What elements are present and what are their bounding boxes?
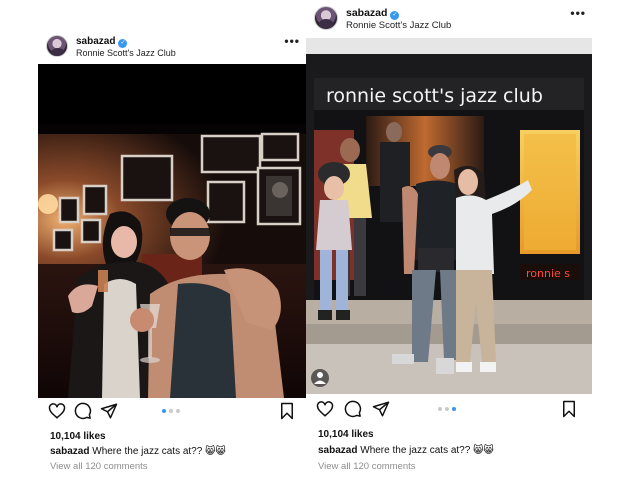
location-link[interactable]: Ronnie Scott's Jazz Club: [346, 20, 451, 31]
bookmark-icon[interactable]: [278, 402, 296, 420]
window-sign-text: ronnie s: [526, 267, 570, 280]
comment-icon[interactable]: [344, 400, 362, 418]
username-text[interactable]: sabazad: [346, 7, 387, 19]
more-options-icon[interactable]: •••: [570, 7, 586, 19]
avatar[interactable]: [314, 6, 338, 30]
post-photo[interactable]: ronnie scott's jazz club ronnie s: [306, 38, 592, 394]
comparison-screenshot: sabazad ✓ Ronnie Scott's Jazz Club ••• 1…: [0, 0, 636, 480]
username-text[interactable]: sabazad: [76, 36, 115, 47]
heart-icon[interactable]: [48, 402, 66, 420]
bookmark-icon[interactable]: [560, 400, 578, 418]
username[interactable]: sabazad ✓: [346, 7, 400, 20]
caption-text: Where the jazz cats at?? 😸😸: [360, 445, 494, 456]
caption: sabazad Where the jazz cats at?? 😸😸: [318, 445, 494, 456]
post-photo-image: [38, 64, 306, 398]
share-icon[interactable]: [100, 402, 118, 420]
awning-sign-text: ronnie scott's jazz club: [326, 85, 543, 107]
comment-icon[interactable]: [74, 402, 92, 420]
caption-username[interactable]: sabazad: [318, 445, 357, 456]
carousel-dot: [452, 407, 456, 411]
verified-badge-icon: ✓: [390, 11, 400, 20]
share-icon[interactable]: [372, 400, 390, 418]
post-header: sabazad ✓ Ronnie Scott's Jazz Club •••: [38, 30, 306, 64]
caption-text: Where the jazz cats at?? 😸😸: [92, 446, 226, 457]
view-comments-link[interactable]: View all 120 comments: [318, 461, 416, 472]
post-photo-image: ronnie scott's jazz club ronnie s: [306, 38, 592, 394]
caption-username[interactable]: sabazad: [50, 446, 89, 457]
more-options-icon[interactable]: •••: [284, 35, 300, 47]
carousel-dot: [438, 407, 442, 411]
instagram-post-2: sabazad ✓ Ronnie Scott's Jazz Club ••• r…: [306, 2, 592, 476]
likes-count[interactable]: 10,104 likes: [318, 429, 374, 440]
post-actions: [38, 402, 306, 424]
carousel-indicator: [438, 407, 456, 411]
post-header: sabazad ✓ Ronnie Scott's Jazz Club •••: [306, 2, 592, 38]
carousel-dot: [176, 409, 180, 413]
carousel-dot: [162, 409, 166, 413]
likes-count[interactable]: 10,104 likes: [50, 431, 106, 442]
location-link[interactable]: Ronnie Scott's Jazz Club: [76, 48, 176, 58]
avatar[interactable]: [46, 35, 68, 57]
carousel-indicator: [162, 409, 180, 413]
post-photo[interactable]: [38, 64, 306, 398]
instagram-post-1: sabazad ✓ Ronnie Scott's Jazz Club ••• 1…: [38, 30, 306, 476]
verified-badge-icon: ✓: [118, 39, 128, 48]
view-comments-link[interactable]: View all 120 comments: [50, 461, 148, 472]
username[interactable]: sabazad ✓: [76, 36, 128, 48]
carousel-dot: [169, 409, 173, 413]
heart-icon[interactable]: [316, 400, 334, 418]
carousel-dot: [445, 407, 449, 411]
post-actions: [306, 400, 592, 422]
caption: sabazad Where the jazz cats at?? 😸😸: [50, 446, 226, 457]
